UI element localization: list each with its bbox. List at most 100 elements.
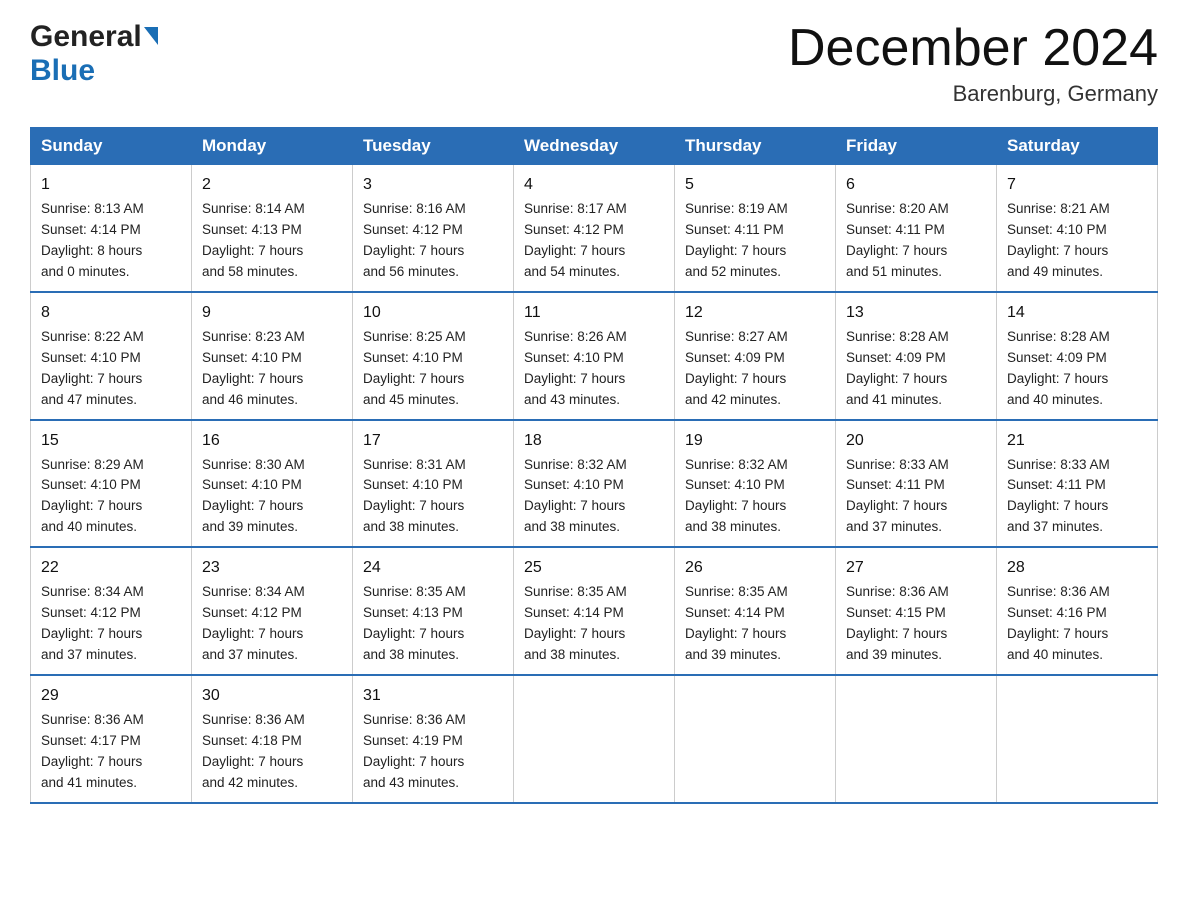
day-number: 31 [363, 684, 503, 708]
day-info: Sunrise: 8:25 AM Sunset: 4:10 PM Dayligh… [363, 327, 503, 411]
day-number: 4 [524, 173, 664, 197]
day-number: 17 [363, 429, 503, 453]
month-title: December 2024 [788, 20, 1158, 77]
day-info: Sunrise: 8:36 AM Sunset: 4:19 PM Dayligh… [363, 710, 503, 794]
location-subtitle: Barenburg, Germany [788, 81, 1158, 107]
calendar-day-cell: 3Sunrise: 8:16 AM Sunset: 4:12 PM Daylig… [353, 165, 514, 292]
empty-cell [997, 675, 1158, 803]
empty-cell [675, 675, 836, 803]
calendar-day-cell: 21Sunrise: 8:33 AM Sunset: 4:11 PM Dayli… [997, 420, 1158, 548]
calendar-day-cell: 17Sunrise: 8:31 AM Sunset: 4:10 PM Dayli… [353, 420, 514, 548]
day-number: 7 [1007, 173, 1147, 197]
calendar-day-cell: 11Sunrise: 8:26 AM Sunset: 4:10 PM Dayli… [514, 292, 675, 420]
calendar-day-cell: 20Sunrise: 8:33 AM Sunset: 4:11 PM Dayli… [836, 420, 997, 548]
day-info: Sunrise: 8:36 AM Sunset: 4:16 PM Dayligh… [1007, 582, 1147, 666]
day-number: 19 [685, 429, 825, 453]
logo-line1: General [30, 20, 158, 54]
weekday-header-thursday: Thursday [675, 128, 836, 165]
day-info: Sunrise: 8:33 AM Sunset: 4:11 PM Dayligh… [1007, 455, 1147, 539]
page-header: General Blue December 2024 Barenburg, Ge… [30, 20, 1158, 107]
day-info: Sunrise: 8:19 AM Sunset: 4:11 PM Dayligh… [685, 199, 825, 283]
calendar-day-cell: 15Sunrise: 8:29 AM Sunset: 4:10 PM Dayli… [31, 420, 192, 548]
calendar-day-cell: 14Sunrise: 8:28 AM Sunset: 4:09 PM Dayli… [997, 292, 1158, 420]
calendar-day-cell: 6Sunrise: 8:20 AM Sunset: 4:11 PM Daylig… [836, 165, 997, 292]
day-number: 22 [41, 556, 181, 580]
day-info: Sunrise: 8:29 AM Sunset: 4:10 PM Dayligh… [41, 455, 181, 539]
calendar-day-cell: 24Sunrise: 8:35 AM Sunset: 4:13 PM Dayli… [353, 547, 514, 675]
calendar-day-cell: 9Sunrise: 8:23 AM Sunset: 4:10 PM Daylig… [192, 292, 353, 420]
day-info: Sunrise: 8:20 AM Sunset: 4:11 PM Dayligh… [846, 199, 986, 283]
day-info: Sunrise: 8:28 AM Sunset: 4:09 PM Dayligh… [1007, 327, 1147, 411]
day-number: 3 [363, 173, 503, 197]
day-number: 9 [202, 301, 342, 325]
day-info: Sunrise: 8:30 AM Sunset: 4:10 PM Dayligh… [202, 455, 342, 539]
day-number: 11 [524, 301, 664, 325]
calendar-week-row: 8Sunrise: 8:22 AM Sunset: 4:10 PM Daylig… [31, 292, 1158, 420]
day-number: 13 [846, 301, 986, 325]
calendar-day-cell: 5Sunrise: 8:19 AM Sunset: 4:11 PM Daylig… [675, 165, 836, 292]
day-info: Sunrise: 8:35 AM Sunset: 4:14 PM Dayligh… [524, 582, 664, 666]
calendar-day-cell: 2Sunrise: 8:14 AM Sunset: 4:13 PM Daylig… [192, 165, 353, 292]
calendar-day-cell: 31Sunrise: 8:36 AM Sunset: 4:19 PM Dayli… [353, 675, 514, 803]
empty-cell [836, 675, 997, 803]
calendar-day-cell: 10Sunrise: 8:25 AM Sunset: 4:10 PM Dayli… [353, 292, 514, 420]
calendar-table: SundayMondayTuesdayWednesdayThursdayFrid… [30, 127, 1158, 803]
day-info: Sunrise: 8:36 AM Sunset: 4:17 PM Dayligh… [41, 710, 181, 794]
weekday-header-sunday: Sunday [31, 128, 192, 165]
day-info: Sunrise: 8:14 AM Sunset: 4:13 PM Dayligh… [202, 199, 342, 283]
day-info: Sunrise: 8:17 AM Sunset: 4:12 PM Dayligh… [524, 199, 664, 283]
day-number: 5 [685, 173, 825, 197]
day-number: 25 [524, 556, 664, 580]
calendar-day-cell: 28Sunrise: 8:36 AM Sunset: 4:16 PM Dayli… [997, 547, 1158, 675]
logo-arrow-icon [144, 27, 158, 45]
day-info: Sunrise: 8:16 AM Sunset: 4:12 PM Dayligh… [363, 199, 503, 283]
calendar-week-row: 29Sunrise: 8:36 AM Sunset: 4:17 PM Dayli… [31, 675, 1158, 803]
day-info: Sunrise: 8:26 AM Sunset: 4:10 PM Dayligh… [524, 327, 664, 411]
day-number: 28 [1007, 556, 1147, 580]
calendar-day-cell: 12Sunrise: 8:27 AM Sunset: 4:09 PM Dayli… [675, 292, 836, 420]
calendar-day-cell: 8Sunrise: 8:22 AM Sunset: 4:10 PM Daylig… [31, 292, 192, 420]
day-number: 12 [685, 301, 825, 325]
calendar-day-cell: 1Sunrise: 8:13 AM Sunset: 4:14 PM Daylig… [31, 165, 192, 292]
calendar-day-cell: 16Sunrise: 8:30 AM Sunset: 4:10 PM Dayli… [192, 420, 353, 548]
day-info: Sunrise: 8:28 AM Sunset: 4:09 PM Dayligh… [846, 327, 986, 411]
day-number: 10 [363, 301, 503, 325]
day-number: 6 [846, 173, 986, 197]
calendar-week-row: 15Sunrise: 8:29 AM Sunset: 4:10 PM Dayli… [31, 420, 1158, 548]
day-info: Sunrise: 8:27 AM Sunset: 4:09 PM Dayligh… [685, 327, 825, 411]
weekday-header-wednesday: Wednesday [514, 128, 675, 165]
calendar-day-cell: 19Sunrise: 8:32 AM Sunset: 4:10 PM Dayli… [675, 420, 836, 548]
weekday-header-tuesday: Tuesday [353, 128, 514, 165]
title-section: December 2024 Barenburg, Germany [788, 20, 1158, 107]
weekday-header-monday: Monday [192, 128, 353, 165]
day-info: Sunrise: 8:36 AM Sunset: 4:18 PM Dayligh… [202, 710, 342, 794]
calendar-week-row: 22Sunrise: 8:34 AM Sunset: 4:12 PM Dayli… [31, 547, 1158, 675]
day-number: 8 [41, 301, 181, 325]
day-info: Sunrise: 8:21 AM Sunset: 4:10 PM Dayligh… [1007, 199, 1147, 283]
day-info: Sunrise: 8:22 AM Sunset: 4:10 PM Dayligh… [41, 327, 181, 411]
calendar-day-cell: 27Sunrise: 8:36 AM Sunset: 4:15 PM Dayli… [836, 547, 997, 675]
day-info: Sunrise: 8:34 AM Sunset: 4:12 PM Dayligh… [41, 582, 181, 666]
day-info: Sunrise: 8:35 AM Sunset: 4:13 PM Dayligh… [363, 582, 503, 666]
calendar-day-cell: 7Sunrise: 8:21 AM Sunset: 4:10 PM Daylig… [997, 165, 1158, 292]
day-info: Sunrise: 8:32 AM Sunset: 4:10 PM Dayligh… [685, 455, 825, 539]
calendar-day-cell: 29Sunrise: 8:36 AM Sunset: 4:17 PM Dayli… [31, 675, 192, 803]
day-info: Sunrise: 8:34 AM Sunset: 4:12 PM Dayligh… [202, 582, 342, 666]
day-number: 15 [41, 429, 181, 453]
weekday-header-saturday: Saturday [997, 128, 1158, 165]
day-number: 27 [846, 556, 986, 580]
day-number: 24 [363, 556, 503, 580]
day-info: Sunrise: 8:13 AM Sunset: 4:14 PM Dayligh… [41, 199, 181, 283]
day-info: Sunrise: 8:36 AM Sunset: 4:15 PM Dayligh… [846, 582, 986, 666]
calendar-day-cell: 30Sunrise: 8:36 AM Sunset: 4:18 PM Dayli… [192, 675, 353, 803]
calendar-day-cell: 26Sunrise: 8:35 AM Sunset: 4:14 PM Dayli… [675, 547, 836, 675]
calendar-day-cell: 18Sunrise: 8:32 AM Sunset: 4:10 PM Dayli… [514, 420, 675, 548]
day-number: 21 [1007, 429, 1147, 453]
weekday-header-friday: Friday [836, 128, 997, 165]
day-info: Sunrise: 8:23 AM Sunset: 4:10 PM Dayligh… [202, 327, 342, 411]
calendar-week-row: 1Sunrise: 8:13 AM Sunset: 4:14 PM Daylig… [31, 165, 1158, 292]
calendar-day-cell: 25Sunrise: 8:35 AM Sunset: 4:14 PM Dayli… [514, 547, 675, 675]
logo-blue-text: Blue [30, 54, 95, 88]
day-number: 23 [202, 556, 342, 580]
day-number: 18 [524, 429, 664, 453]
